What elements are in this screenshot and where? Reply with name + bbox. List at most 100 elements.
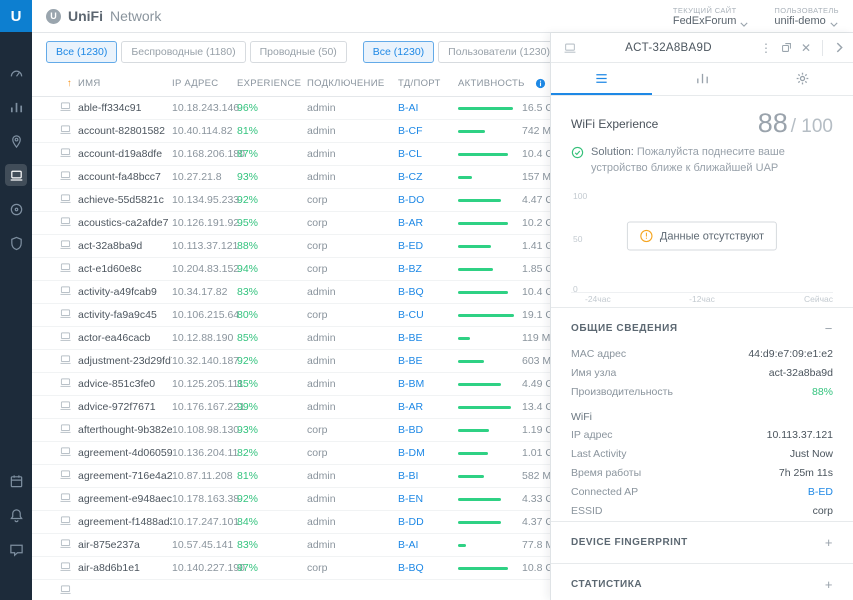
filter-tab-all-connections[interactable]: Все (1230): [46, 41, 118, 63]
filter-tab-wired[interactable]: Проводные (50): [249, 41, 347, 63]
overview-section-header[interactable]: ОБЩИЕ СВЕДЕНИЯ −: [551, 308, 853, 345]
activity-bar-track: [458, 221, 516, 225]
table-row[interactable]: adjustment-23d29fd7 10.32.140.187 92% ad…: [32, 350, 550, 373]
client-ap-link[interactable]: B-AI: [398, 102, 458, 114]
client-ap-link[interactable]: B-CF: [398, 125, 458, 137]
app-root: U U UniFi Network ТЕКУЩИЙ САЙТ FedExForu…: [0, 0, 853, 600]
client-ap-link[interactable]: B-CZ: [398, 171, 458, 183]
table-row[interactable]: afterthought-9b382eaf 10.108.98.130 93% …: [32, 419, 550, 442]
table-row[interactable]: achieve-55d5821c 10.134.95.233 92% corp …: [32, 189, 550, 212]
sidebar-item-alerts[interactable]: [5, 504, 27, 526]
client-ap-link[interactable]: B-AR: [398, 217, 458, 229]
client-ap-link[interactable]: B-CU: [398, 309, 458, 321]
section-device-fingerprint[interactable]: DEVICE FINGERPRINT +: [551, 520, 853, 563]
client-ap-link[interactable]: B-DD: [398, 516, 458, 528]
table-row[interactable]: acoustics-ca2afde7 10.126.191.92 95% cor…: [32, 212, 550, 235]
column-header-ip[interactable]: IP АДРЕС: [172, 78, 237, 89]
client-ap-link[interactable]: B-AI: [398, 539, 458, 551]
unifi-logo[interactable]: U: [0, 0, 32, 32]
client-ap-link[interactable]: B-BE: [398, 355, 458, 367]
sidebar-item-map[interactable]: [5, 130, 27, 152]
client-ap-link[interactable]: B-BM: [398, 378, 458, 390]
activity-bar-track: [458, 566, 516, 570]
client-ap-link[interactable]: B-BI: [398, 470, 458, 482]
client-ip: 10.204.83.152: [172, 263, 240, 275]
table-row[interactable]: agreement-4d06059a 10.136.204.11 82% cor…: [32, 442, 550, 465]
sidebar-item-chat[interactable]: [5, 538, 27, 560]
sidebar-item-events[interactable]: [5, 470, 27, 492]
close-icon[interactable]: ✕: [801, 42, 811, 54]
client-ap-link[interactable]: B-DM: [398, 447, 458, 459]
y-tick: 100: [573, 190, 588, 201]
client-connection: admin: [307, 286, 336, 298]
more-options-icon[interactable]: ⋮: [760, 42, 772, 54]
client-experience: 94%: [237, 263, 259, 275]
expand-icon[interactable]: +: [825, 535, 833, 550]
table-row[interactable]: account-d19a8dfe 10.168.206.180 87% admi…: [32, 143, 550, 166]
column-header-connection[interactable]: ПОДКЛЮЧЕНИЕ: [307, 78, 398, 89]
table-row[interactable]: agreement-716e4a2b 10.87.11.208 81% admi…: [32, 465, 550, 488]
collapse-icon[interactable]: −: [825, 321, 833, 336]
panel-tab-settings[interactable]: [752, 63, 853, 95]
collapse-panel-icon[interactable]: [834, 42, 845, 53]
table-row[interactable]: agreement-f1488ad3 10.17.247.101 84% adm…: [32, 511, 550, 534]
filter-tab-users[interactable]: Пользователи (1230): [438, 41, 550, 63]
activity-bar-track: [458, 290, 516, 294]
y-tick: 50: [573, 234, 583, 245]
table-row[interactable]: activity-fa9a9c45 10.106.215.64 80% corp…: [32, 304, 550, 327]
client-ap-link[interactable]: B-BD: [398, 424, 458, 436]
table-row[interactable]: act-32a8ba9d 10.113.37.121 88% corp B-ED…: [32, 235, 550, 258]
sidebar-item-clients[interactable]: [5, 164, 27, 186]
sort-arrow-icon[interactable]: ↑: [67, 78, 72, 89]
sidebar-item-security[interactable]: [5, 232, 27, 254]
table-row[interactable]: activity-a49fcab9 10.34.17.82 83% admin …: [32, 281, 550, 304]
sidebar-item-statistics[interactable]: [5, 96, 27, 118]
activity-value: 16.5 G: [522, 102, 550, 114]
client-ap-link[interactable]: B-CL: [398, 148, 458, 160]
connected-ap-link[interactable]: B-ED: [808, 486, 833, 498]
client-ap-link[interactable]: B-ED: [398, 240, 458, 252]
expand-icon[interactable]: +: [825, 577, 833, 592]
table-row[interactable]: advice-851c3fe0 10.125.205.111 85% admin…: [32, 373, 550, 396]
filter-tab-all-types[interactable]: Все (1230): [362, 41, 435, 63]
client-name: account-fa48bcc7: [78, 171, 161, 183]
client-name: account-82801582: [78, 125, 165, 137]
column-header-name[interactable]: ИМЯ: [78, 78, 172, 89]
sidebar-item-dashboard[interactable]: [5, 62, 27, 84]
client-ap-link[interactable]: B-BZ: [398, 263, 458, 275]
table-row[interactable]: agreement-e948aecc 10.178.163.38 92% adm…: [32, 488, 550, 511]
section-statistics[interactable]: СТАТИСТИКА +: [551, 562, 853, 600]
site-selector[interactable]: ТЕКУЩИЙ САЙТ FedExForum: [673, 6, 749, 27]
table-row[interactable]: account-82801582 10.40.114.82 81% admin …: [32, 120, 550, 143]
table-row[interactable]: account-fa48bcc7 10.27.21.8 93% admin B-…: [32, 166, 550, 189]
panel-tab-details[interactable]: [551, 63, 652, 95]
client-ap-link[interactable]: B-BE: [398, 332, 458, 344]
client-ap-link[interactable]: B-BQ: [398, 562, 458, 574]
popout-icon[interactable]: [781, 42, 792, 53]
table-row[interactable]: air-a8d6b1e1 10.140.227.190 97% corp B-B…: [32, 557, 550, 580]
column-header-activity[interactable]: АКТИВНОСТЬ: [458, 78, 525, 89]
column-header-port[interactable]: ТД/ПОРТ: [398, 78, 458, 89]
client-name: account-d19a8dfe: [78, 148, 163, 160]
table-row[interactable]: act-e1d60e8c 10.204.83.152 94% corp B-BZ…: [32, 258, 550, 281]
table-row[interactable]: able-ff334c91 10.18.243.146 96% admin B-…: [32, 97, 550, 120]
client-name: act-32a8ba9d: [78, 240, 143, 252]
info-icon[interactable]: [535, 78, 546, 89]
client-ap-link[interactable]: B-EN: [398, 493, 458, 505]
user-label: ПОЛЬЗОВАТЕЛЬ: [774, 5, 839, 15]
table-row[interactable]: [32, 580, 550, 600]
table-row[interactable]: advice-972f7671 10.176.167.221 99% admin…: [32, 396, 550, 419]
table-row[interactable]: actor-ea46cacb 10.12.88.190 85% admin B-…: [32, 327, 550, 350]
info-row: ESSID corp: [551, 502, 853, 521]
client-ap-link[interactable]: B-AR: [398, 401, 458, 413]
client-ap-link[interactable]: B-BQ: [398, 286, 458, 298]
sidebar-item-insights[interactable]: [5, 198, 27, 220]
user-selector[interactable]: ПОЛЬЗОВАТЕЛЬ unifi-demo: [774, 6, 839, 27]
performance-value: 88%: [811, 386, 833, 399]
column-header-experience[interactable]: EXPERIENCE: [237, 78, 307, 89]
client-experience: 83%: [237, 286, 259, 298]
panel-tab-statistics[interactable]: [652, 63, 753, 95]
table-row[interactable]: air-875e237a 10.57.45.141 83% admin B-AI…: [32, 534, 550, 557]
client-ap-link[interactable]: B-DO: [398, 194, 458, 206]
filter-tab-wireless[interactable]: Беспроводные (1180): [121, 41, 246, 63]
